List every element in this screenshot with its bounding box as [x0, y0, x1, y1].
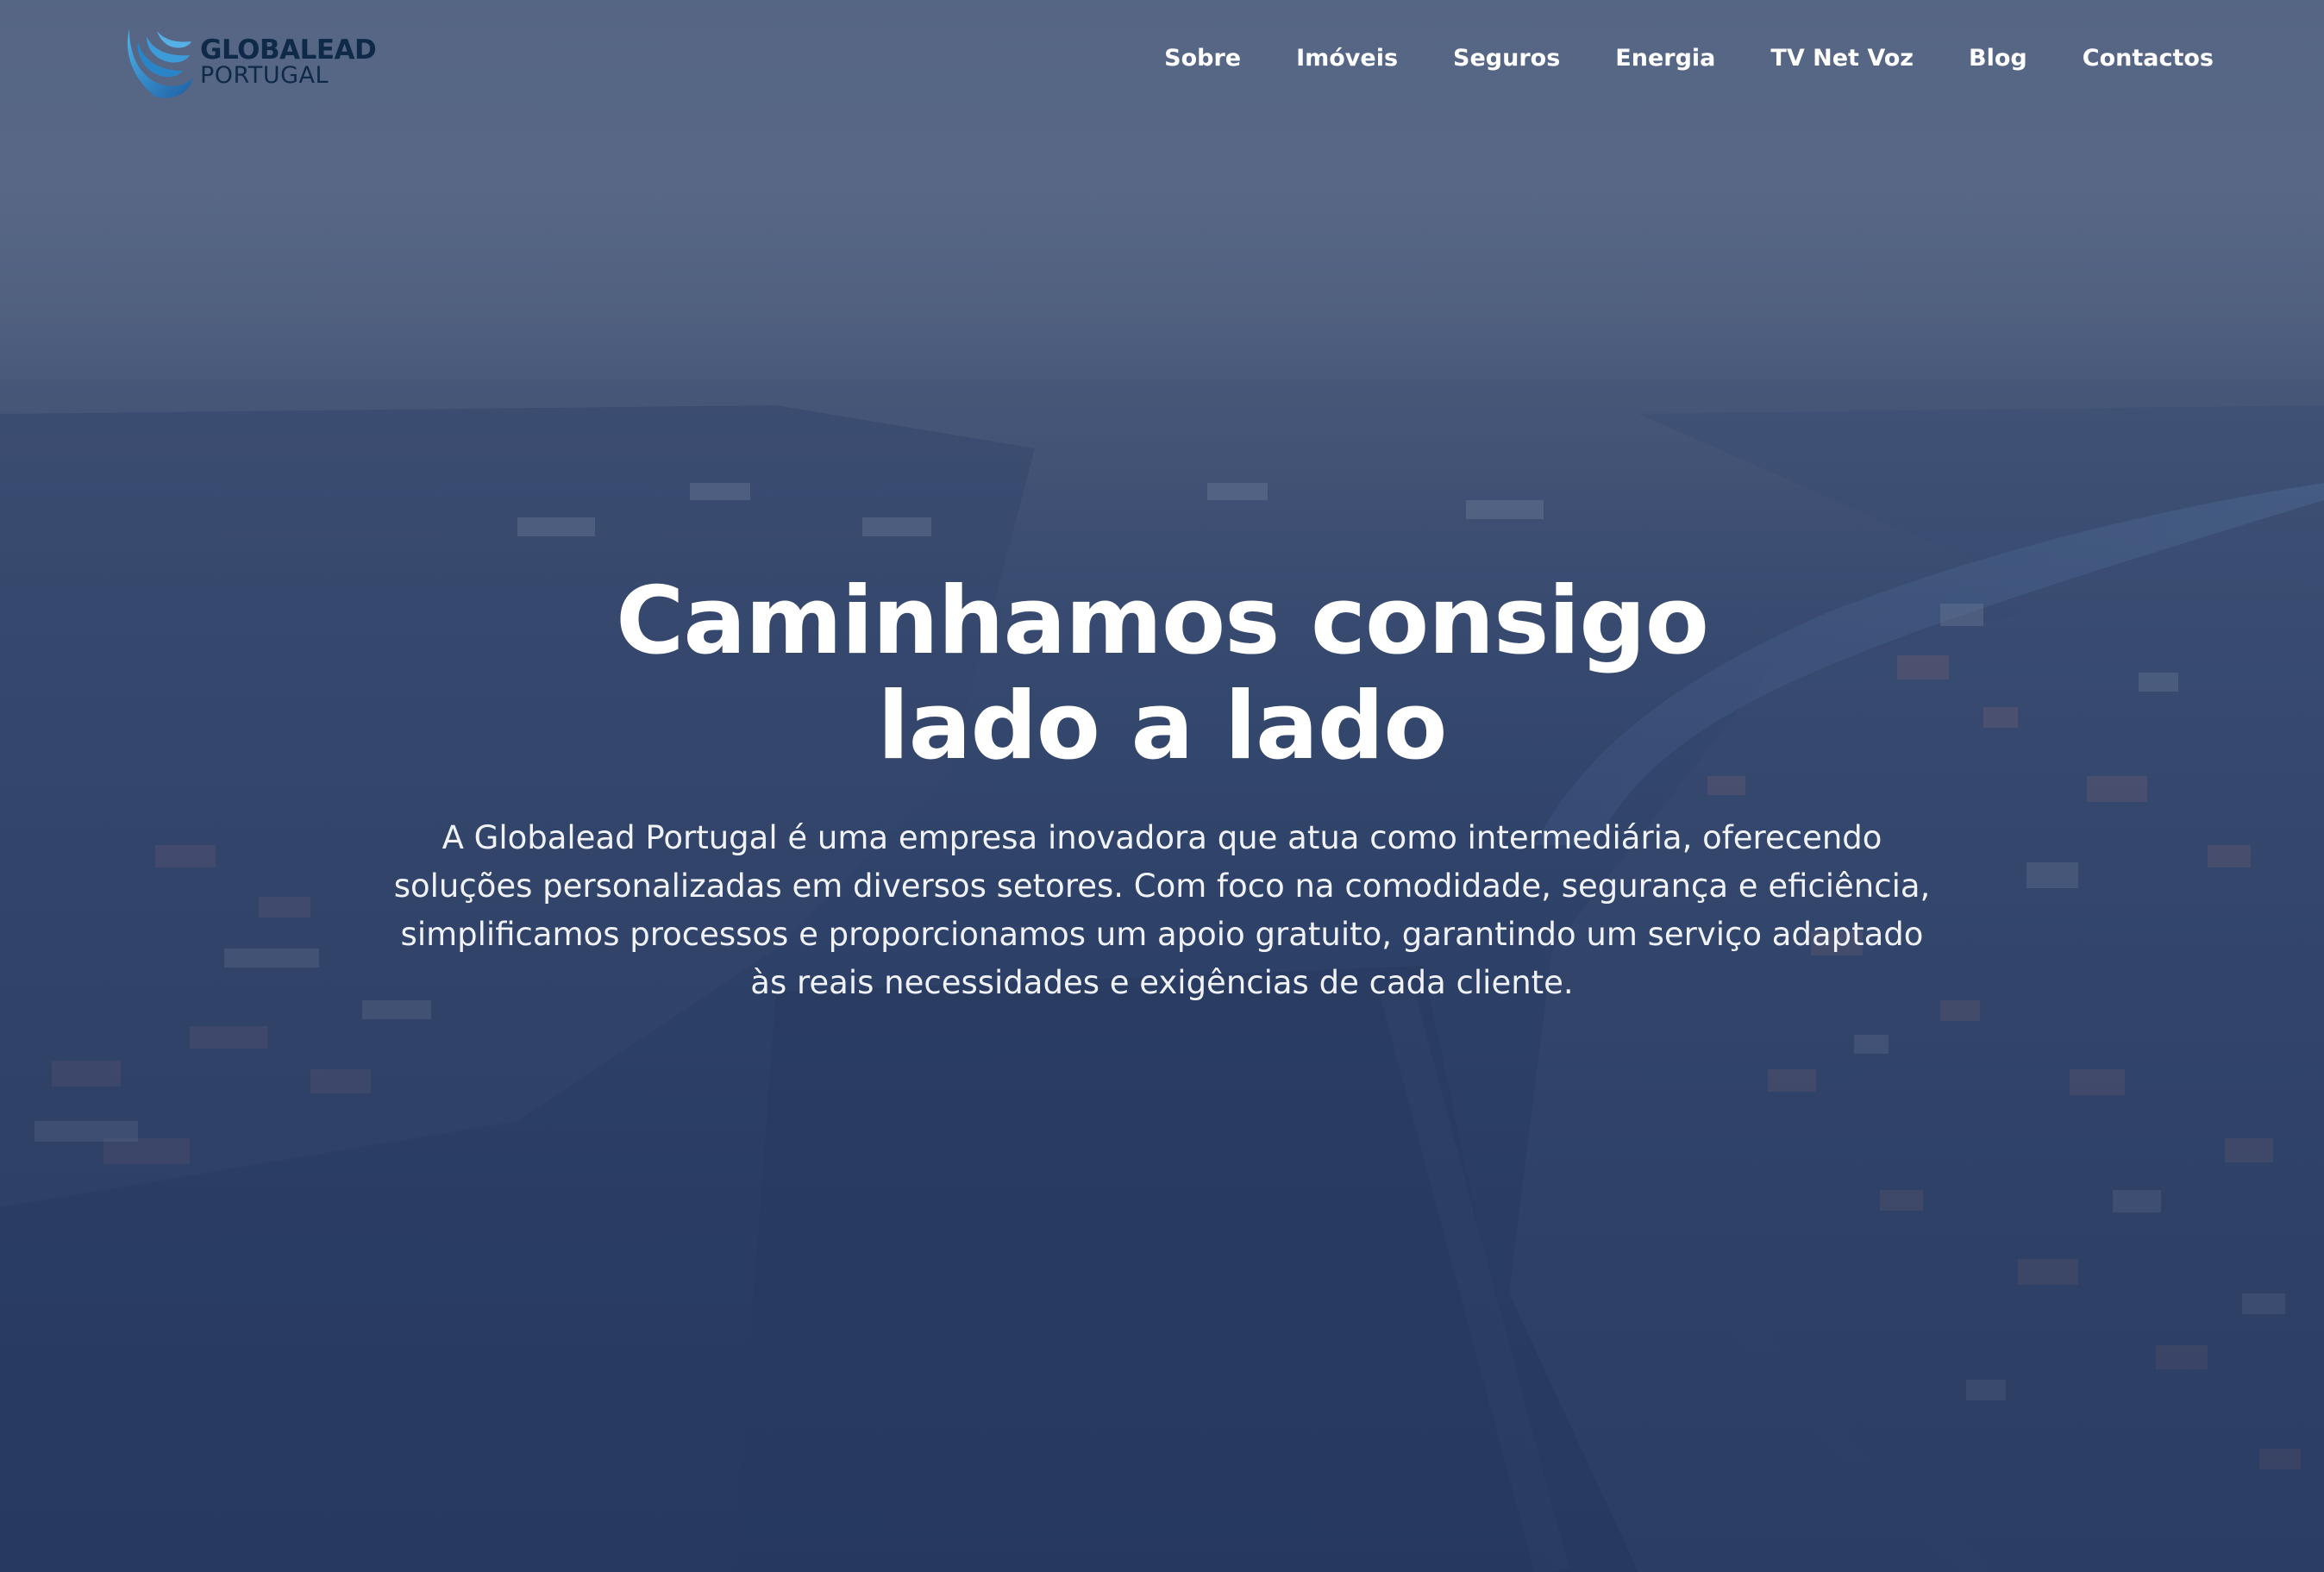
nav-item-seguros[interactable]: Seguros [1453, 45, 1560, 72]
site-header: GLOBALEAD PORTUGAL Sobre Imóveis Seguros… [0, 0, 2324, 129]
brand-logo[interactable]: GLOBALEAD PORTUGAL [121, 21, 379, 103]
nav-item-sobre[interactable]: Sobre [1164, 45, 1241, 72]
hero-overlay [0, 0, 2324, 1572]
hero-title-line1: Caminhamos consigo [616, 567, 1709, 675]
globe-wave-logo-icon [127, 29, 193, 98]
brand-name-line1: GLOBALEAD [200, 34, 377, 66]
main-navigation: Sobre Imóveis Seguros Energia TV Net Voz… [1109, 45, 2214, 72]
brand-name: GLOBALEAD PORTUGAL [200, 34, 377, 89]
nav-item-tv-net-voz[interactable]: TV Net Voz [1770, 45, 1914, 72]
hero-title-line2: lado a lado [877, 673, 1448, 780]
hero-description: A Globalead Portugal é uma empresa inova… [393, 819, 1931, 1001]
nav-item-imoveis[interactable]: Imóveis [1296, 45, 1398, 72]
nav-item-energia[interactable]: Energia [1615, 45, 1715, 72]
hero-section: GLOBALEAD PORTUGAL Sobre Imóveis Seguros… [0, 0, 2324, 1572]
hero-title: Caminhamos consigo lado a lado [0, 569, 2324, 780]
brand-name-line2: PORTUGAL [200, 62, 329, 89]
nav-item-contactos[interactable]: Contactos [2083, 45, 2214, 72]
nav-item-blog[interactable]: Blog [1969, 45, 2027, 72]
